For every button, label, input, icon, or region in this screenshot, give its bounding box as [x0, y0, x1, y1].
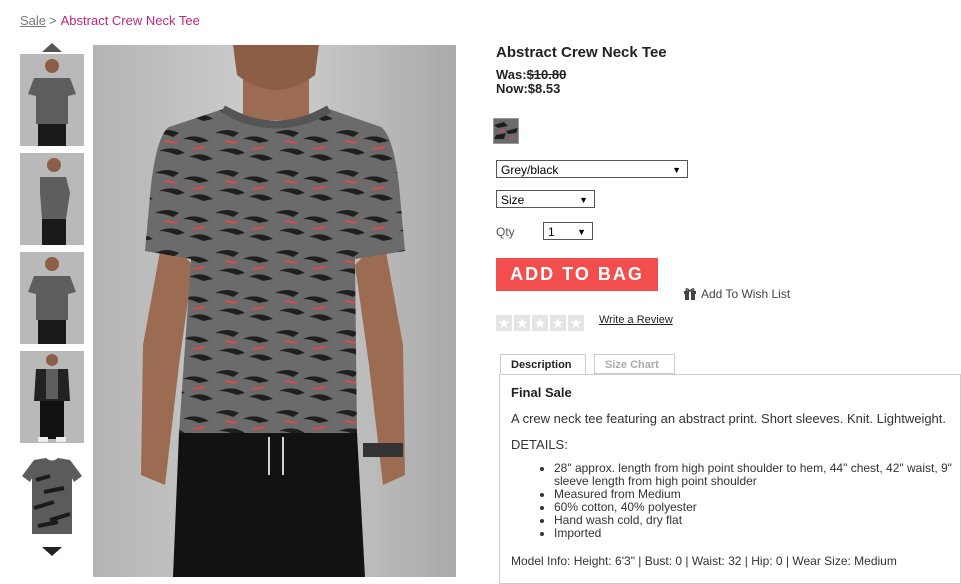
gift-icon [683, 287, 697, 303]
star-icon: ★ [550, 315, 566, 331]
thumbnail-2[interactable] [20, 153, 84, 245]
thumbnail-4[interactable] [20, 351, 84, 443]
size-select[interactable]: Size ▼ [496, 190, 595, 208]
now-price-label: Now: [496, 81, 528, 96]
breadcrumb-link-sale[interactable]: Sale [20, 13, 46, 28]
details-list: 28" approx. length from high point shoul… [511, 462, 961, 540]
list-item: Imported [554, 527, 961, 540]
list-item: 28" approx. length from high point shoul… [554, 462, 961, 488]
was-price-value: $10.80 [526, 67, 567, 82]
description-heading: Final Sale [511, 385, 572, 400]
was-price: Was:$10.80 [496, 67, 566, 82]
thumbnail-5[interactable] [20, 450, 84, 542]
star-icon: ★ [568, 315, 584, 331]
description-text: A crew neck tee featuring an abstract pr… [511, 411, 947, 426]
color-select[interactable]: Grey/black ▼ [496, 160, 688, 178]
add-to-wish-list-link[interactable]: Add To Wish List [683, 287, 790, 303]
details-heading: DETAILS: [511, 437, 568, 452]
color-select-chevron-down-icon: ▼ [672, 165, 681, 175]
thumbnail-scroll-down-icon[interactable] [42, 547, 62, 556]
tab-description[interactable]: Description [500, 354, 586, 374]
now-price: Now:$8.53 [496, 81, 560, 96]
product-title: Abstract Crew Neck Tee [496, 44, 667, 61]
tab-size-chart[interactable]: Size Chart [594, 354, 675, 374]
thumbnail-scroll-up-icon[interactable] [42, 43, 62, 52]
star-icon: ★ [514, 315, 530, 331]
was-price-label: Was: [496, 67, 527, 82]
breadcrumb-current: Abstract Crew Neck Tee [60, 13, 200, 28]
breadcrumb: Sale > Abstract Crew Neck Tee [20, 13, 200, 28]
thumbnail-1[interactable] [20, 54, 84, 146]
size-select-chevron-down-icon: ▼ [579, 195, 588, 205]
star-icon: ★ [532, 315, 548, 331]
qty-select-value: 1 [548, 225, 555, 239]
write-review-link[interactable]: Write a Review [599, 314, 673, 326]
list-item: Hand wash cold, dry flat [554, 514, 961, 527]
main-product-image [93, 45, 456, 577]
wish-list-label: Add To Wish List [701, 287, 791, 301]
qty-select[interactable]: 1 ▼ [543, 222, 593, 240]
color-select-value: Grey/black [501, 163, 559, 177]
thumbnail-3[interactable] [20, 252, 84, 344]
size-select-value: Size [501, 193, 525, 207]
rating-stars: ★ ★ ★ ★ ★ [496, 315, 586, 336]
color-swatch-grey-black[interactable] [493, 118, 519, 144]
breadcrumb-separator: > [49, 13, 57, 28]
now-price-value: $8.53 [527, 81, 561, 96]
star-icon: ★ [496, 315, 512, 331]
add-to-bag-button[interactable]: ADD TO BAG [496, 258, 658, 291]
model-info: Model Info: Height: 6'3" | Bust: 0 | Wai… [511, 554, 897, 568]
qty-label: Qty [496, 225, 515, 239]
qty-select-chevron-down-icon: ▼ [577, 227, 586, 237]
